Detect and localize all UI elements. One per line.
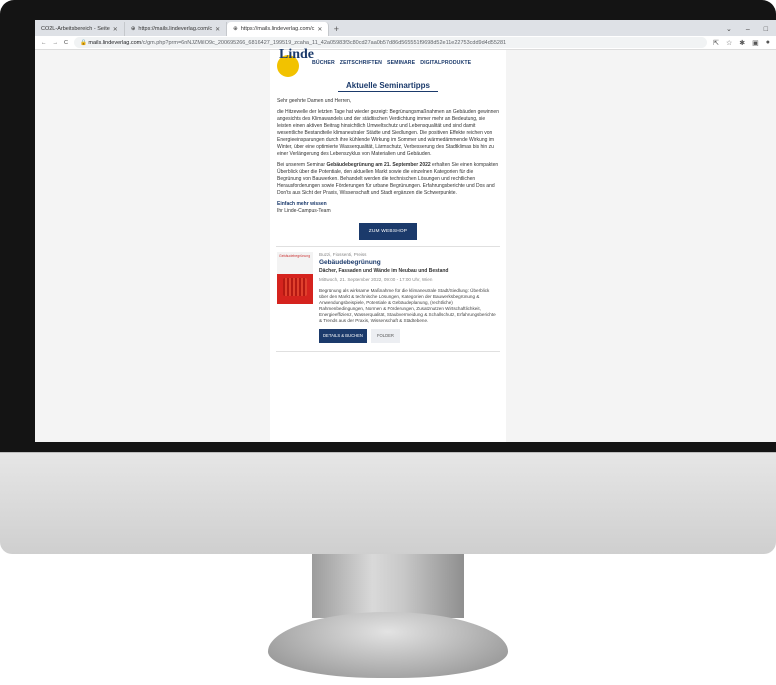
page-title: Aktuelle Seminartipps xyxy=(270,82,506,92)
event-info: Buzzi, Fiossenti, Preiss Gebäudebegrünun… xyxy=(319,252,499,343)
profile-icon[interactable]: ● xyxy=(766,39,770,47)
nav-books[interactable]: BÜCHER xyxy=(312,60,335,67)
url-input[interactable]: 🔒 mails.lindeverlag.com /c/gm.php?prm=6n… xyxy=(73,37,708,48)
monitor-stand-base xyxy=(268,612,508,678)
event-card: Gebäudebegrünung Buzzi, Fiossenti, Preis… xyxy=(270,247,506,343)
back-icon[interactable]: ← xyxy=(41,40,47,46)
page-viewport: Linde BÜCHER ZEITSCHRIFTEN SEMINARE DIGI… xyxy=(35,48,776,442)
signature-team: Ihr Linde-Campus-Team xyxy=(277,208,331,214)
globe-icon: ⊕ xyxy=(130,26,136,32)
folder-button[interactable]: FOLDER xyxy=(370,329,400,343)
monitor-stand-neck xyxy=(312,554,464,618)
tab-3-active[interactable]: ⊕ https://mails.lindeverlag.com/c ✕ xyxy=(227,22,330,36)
screen: CO2L-Arbeitsbereich - Seite ✕ ⊕ https://… xyxy=(35,20,776,442)
cover-illustration xyxy=(283,278,307,296)
close-icon[interactable]: ✕ xyxy=(317,26,322,33)
divider xyxy=(276,351,500,352)
tab-label: https://mails.lindeverlag.com/c xyxy=(138,26,213,32)
signature-tagline: Einfach mehr wissen xyxy=(277,201,327,207)
monitor-chin xyxy=(0,452,776,554)
tab-1[interactable]: CO2L-Arbeitsbereich - Seite ✕ xyxy=(35,22,125,36)
tab-2[interactable]: ⊕ https://mails.lindeverlag.com/c ✕ xyxy=(125,22,228,36)
url-host: mails.lindeverlag.com xyxy=(88,39,142,46)
window-controls: ⌄ – □ xyxy=(726,22,776,36)
star-icon[interactable]: ☆ xyxy=(726,39,732,47)
new-tab-button[interactable]: + xyxy=(329,22,343,36)
cta-wrapper: ZUM WEBSHOP xyxy=(270,223,506,240)
sidebar-icon[interactable]: ▣ xyxy=(752,39,759,47)
email-body: Sehr geehrte Damen und Herren, die Hitze… xyxy=(270,92,506,215)
email-newsletter: Linde BÜCHER ZEITSCHRIFTEN SEMINARE DIGI… xyxy=(270,48,506,442)
maximize-icon[interactable]: □ xyxy=(764,26,768,33)
lock-icon: 🔒 xyxy=(79,39,89,46)
address-bar: ← → C 🔒 mails.lindeverlag.com /c/gm.php?… xyxy=(35,36,776,50)
toolbar-icons: ⇱ ☆ ✱ ▣ ● xyxy=(713,39,770,47)
tab-label: https://mails.lindeverlag.com/c xyxy=(240,26,315,32)
event-authors: Buzzi, Fiossenti, Preiss xyxy=(319,252,367,257)
email-header: Linde BÜCHER ZEITSCHRIFTEN SEMINARE DIGI… xyxy=(270,48,506,77)
share-icon[interactable]: ⇱ xyxy=(713,39,719,47)
reload-icon[interactable]: C xyxy=(64,40,68,46)
event-subtitle: Dächer, Fassaden und Wände im Neubau und… xyxy=(319,268,449,274)
signature: Einfach mehr wissen Ihr Linde-Campus-Tea… xyxy=(277,201,499,215)
extensions-icon[interactable]: ✱ xyxy=(739,39,745,47)
event-cover-image[interactable]: Gebäudebegrünung xyxy=(277,252,313,304)
nav-journals[interactable]: ZEITSCHRIFTEN xyxy=(340,60,382,67)
close-icon[interactable]: ✕ xyxy=(215,26,220,33)
close-icon[interactable]: ✕ xyxy=(113,26,118,33)
details-book-button[interactable]: DETAILS & BUCHEN xyxy=(319,329,367,343)
greeting: Sehr geehrte Damen und Herren, xyxy=(277,98,352,104)
chevron-down-icon[interactable]: ⌄ xyxy=(726,25,732,33)
minimize-icon[interactable]: – xyxy=(746,26,750,33)
tab-label: CO2L-Arbeitsbereich - Seite xyxy=(41,26,110,32)
seminar-highlight: Gebäudebegrünung am 21. September 2022 xyxy=(326,162,431,168)
webshop-button[interactable]: ZUM WEBSHOP xyxy=(358,223,418,240)
cover-title: Gebäudebegrünung xyxy=(277,252,313,274)
forward-icon[interactable]: → xyxy=(53,40,59,46)
paragraph-intro: die Hitzewelle der letzten Tage hat wied… xyxy=(277,109,499,157)
globe-icon: ⊕ xyxy=(233,26,238,32)
nav-digital[interactable]: DIGITALPRODUKTE xyxy=(420,60,471,67)
event-description: Begrünung als wirksame Maßnahme für die … xyxy=(319,288,496,323)
event-title[interactable]: Gebäudebegrünung xyxy=(319,259,499,266)
logo-wordmark: Linde xyxy=(279,47,315,62)
event-date: Mittwoch, 21. September 2022, 09:00 - 17… xyxy=(319,277,433,282)
email-nav: BÜCHER ZEITSCHRIFTEN SEMINARE DIGITALPRO… xyxy=(312,60,471,67)
nav-seminars[interactable]: SEMINARE xyxy=(387,60,415,67)
browser-tabbar: CO2L-Arbeitsbereich - Seite ✕ ⊕ https://… xyxy=(35,20,776,36)
event-buttons: DETAILS & BUCHEN FOLDER xyxy=(319,329,499,343)
linde-logo[interactable]: Linde xyxy=(276,48,314,77)
paragraph-seminar: Bei unserem Seminar Gebäudebegrünung am … xyxy=(277,162,499,196)
url-path: /c/gm.php?prm=6nNJZMiIO9c_200695266_6816… xyxy=(141,39,507,46)
